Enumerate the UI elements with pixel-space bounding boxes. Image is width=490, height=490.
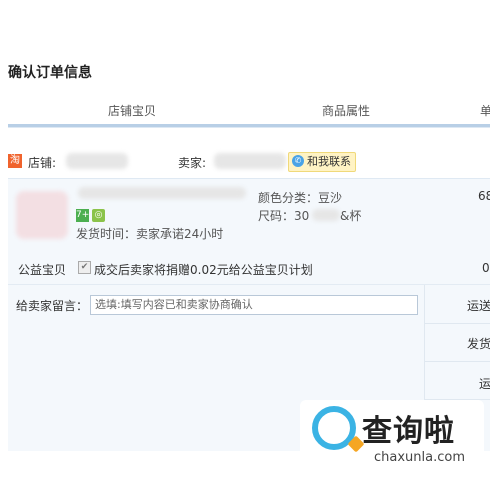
item-price: 68 (478, 189, 490, 203)
item-title-redacted[interactable] (78, 187, 246, 199)
contact-seller-button[interactable]: ✆ 和我联系 (288, 152, 356, 172)
size-redacted (312, 209, 340, 221)
shop-name-redacted[interactable] (66, 153, 128, 169)
right-col-divider-1 (424, 323, 490, 324)
charity-label: 公益宝贝 (18, 263, 67, 277)
watermark: 查询啦 chaxunla.com (300, 400, 484, 474)
order-table-header: 店铺宝贝 商品属性 单 (8, 96, 490, 124)
invoice-label[interactable]: 发货 (467, 335, 490, 352)
page-title: 确认订单信息 (8, 65, 92, 81)
chat-icon: ✆ (292, 155, 304, 167)
watermark-name: 查询啦 (362, 414, 455, 449)
order-item: 7+ ◎ 发货时间：卖家承诺24小时 颜色分类：豆沙 尺码：30 &杯 68 (8, 178, 490, 255)
charity-value: 0 (482, 261, 490, 275)
taobao-logo-icon: 淘 (8, 154, 22, 168)
header-divider-light (8, 127, 490, 128)
ship-method-label[interactable]: 运送 (467, 297, 490, 314)
item-color: 颜色分类：豆沙 (258, 191, 343, 205)
right-col-divider-2 (424, 361, 490, 362)
guarantee-badge-icon: 7+ (76, 209, 90, 222)
contact-label: 和我联系 (307, 155, 351, 168)
charity-row: 公益宝贝 ✔ 成交后卖家将捐赠0.02元给公益宝贝计划 0 (8, 254, 490, 284)
freight-label[interactable]: 运 (479, 375, 490, 392)
item-size-suffix: &杯 (340, 209, 362, 223)
note-label: 给卖家留言： (16, 299, 89, 313)
shipping-promise: 发货时间：卖家承诺24小时 (76, 227, 224, 241)
charity-text: 成交后卖家将捐赠0.02元给公益宝贝计划 (94, 263, 313, 277)
shop-label: 店铺: (28, 156, 57, 170)
seller-name-redacted[interactable] (214, 153, 286, 169)
header-attributes: 商品属性 (322, 104, 371, 118)
shop-row: 淘 店铺: 卖家: ✆ 和我联系 (8, 150, 490, 176)
seller-message-input[interactable]: 选填:填写内容已和卖家协商确认 (90, 295, 418, 315)
header-shop-item: 店铺宝贝 (108, 104, 157, 118)
charity-checkbox[interactable]: ✔ (78, 261, 91, 274)
watermark-url: chaxunla.com (374, 450, 465, 465)
seller-label: 卖家: (178, 156, 207, 170)
item-size: 尺码：30 (258, 209, 310, 223)
credit-badge-icon: ◎ (92, 209, 105, 222)
header-price: 单 (480, 104, 490, 118)
item-thumbnail[interactable] (16, 191, 68, 239)
